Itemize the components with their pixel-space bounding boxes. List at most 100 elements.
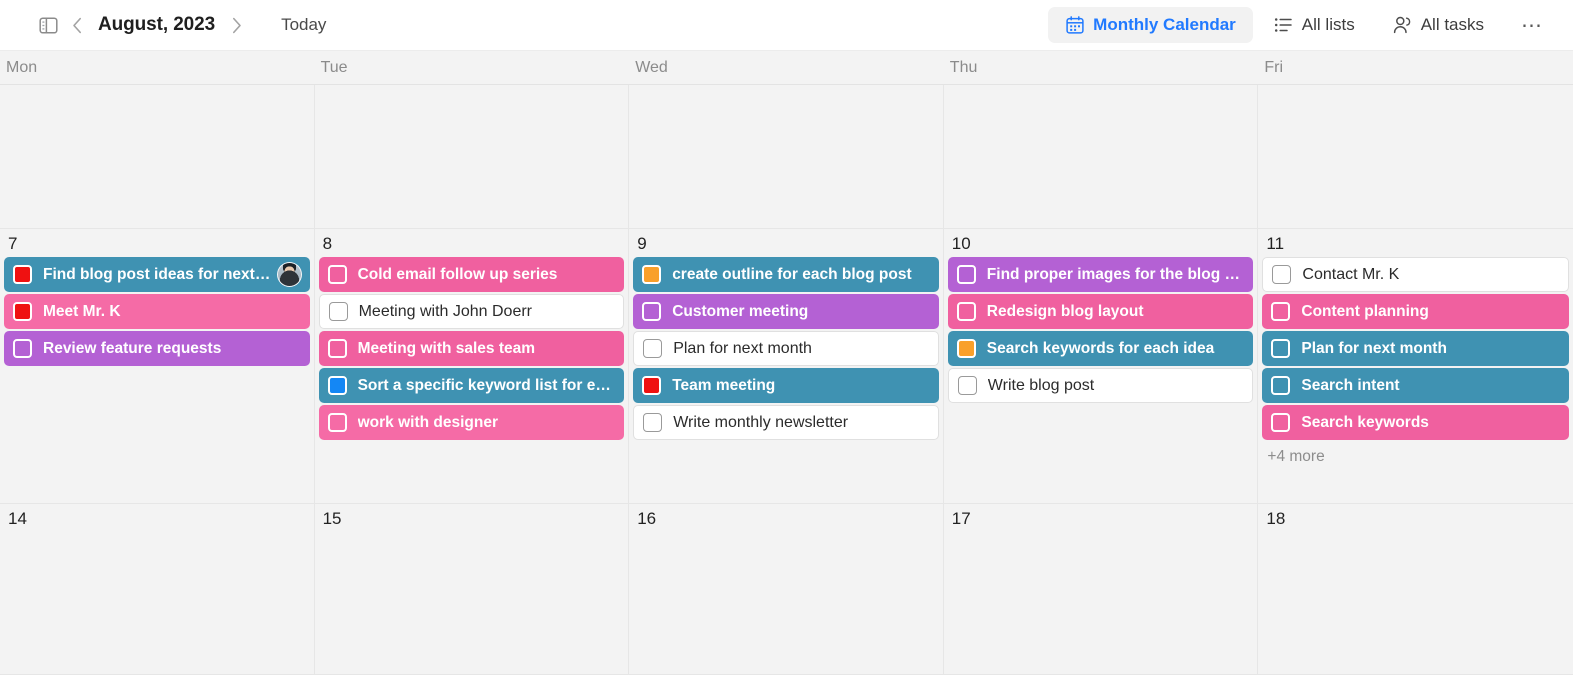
tab-all-lists-label: All lists [1301, 15, 1355, 34]
task-label: Write monthly newsletter [673, 413, 849, 431]
task-checkbox-icon[interactable] [328, 302, 348, 321]
day-cell[interactable]: 9 create outline for each blog post Custom… [629, 229, 944, 504]
task-checkbox-icon[interactable] [13, 265, 32, 284]
task-checkbox-icon[interactable] [13, 339, 32, 358]
task-item[interactable]: Search keywords for each idea [947, 331, 1254, 366]
day-cell[interactable]: 10 Find proper images for the blog p... Re… [943, 229, 1259, 504]
task-checkbox-icon[interactable] [642, 302, 662, 321]
chevron-right-icon[interactable] [221, 10, 251, 40]
task-item[interactable]: Customer meeting [633, 294, 939, 329]
day-cell[interactable] [1258, 85, 1573, 229]
day-cell[interactable] [314, 85, 630, 229]
day-number: 8 [322, 234, 333, 253]
weekday-label-wed: Wed [635, 58, 668, 76]
task-item[interactable]: Find proper images for the blog p... [947, 257, 1254, 292]
sidebar-panel-icon[interactable] [34, 11, 62, 39]
day-cell[interactable]: 14 [0, 504, 315, 675]
task-label: Write blog post [987, 376, 1095, 394]
day-number [948, 87, 1254, 96]
tab-all-lists[interactable]: All lists [1257, 7, 1372, 43]
chevron-left-icon[interactable] [62, 10, 92, 40]
day-cell[interactable] [0, 85, 315, 229]
task-label: Content planning [1301, 302, 1429, 320]
task-checkbox-icon[interactable] [642, 265, 662, 284]
task-list: Contact Mr. K Content planning Plan for ne… [1262, 257, 1569, 440]
task-label: Search keywords for each idea [986, 339, 1215, 357]
day-number [1262, 87, 1569, 96]
task-label: Plan for next month [1301, 339, 1447, 357]
task-checkbox-icon[interactable] [327, 265, 347, 284]
list-icon [1274, 16, 1293, 35]
task-item[interactable]: Meet Mr. K [4, 294, 310, 329]
task-label: Find blog post ideas for next ... [43, 265, 271, 283]
task-checkbox-icon[interactable] [1271, 413, 1291, 432]
tab-monthly-calendar[interactable]: Monthly Calendar [1048, 7, 1253, 43]
today-button[interactable]: Today [273, 11, 334, 39]
task-checkbox-icon[interactable] [1271, 302, 1291, 321]
task-item[interactable]: Contact Mr. K [1262, 257, 1569, 292]
task-item[interactable]: Search intent [1262, 368, 1569, 403]
task-checkbox-icon[interactable] [327, 413, 347, 432]
day-cell[interactable] [943, 85, 1259, 229]
day-cell[interactable]: 18 [1258, 504, 1573, 675]
task-item[interactable]: Search keywords [1262, 405, 1569, 440]
task-item[interactable]: Cold email follow up series [318, 257, 625, 292]
task-label: Find proper images for the blog p... [986, 265, 1246, 283]
task-checkbox-icon[interactable] [957, 376, 977, 395]
tab-monthly-calendar-label: Monthly Calendar [1093, 15, 1236, 34]
task-list: Find blog post ideas for next ... Meet Mr… [4, 257, 310, 366]
task-item[interactable]: Meeting with John Doerr [318, 294, 625, 329]
task-item[interactable]: create outline for each blog post [633, 257, 939, 292]
task-item[interactable]: Team meeting [633, 368, 939, 403]
task-item[interactable]: Sort a specific keyword list for eac... [318, 368, 625, 403]
task-checkbox-icon[interactable] [643, 413, 663, 432]
task-item[interactable]: Content planning [1262, 294, 1569, 329]
task-checkbox-icon[interactable] [1271, 339, 1291, 358]
task-item[interactable]: Write monthly newsletter [633, 405, 939, 440]
day-number: 17 [951, 509, 971, 528]
task-checkbox-icon[interactable] [956, 302, 976, 321]
day-number: 10 [951, 234, 971, 253]
task-item[interactable]: Redesign blog layout [947, 294, 1254, 329]
task-checkbox-icon[interactable] [327, 376, 347, 395]
day-cell[interactable]: 16 [629, 504, 944, 675]
weekday-header-row: Mon Tue Wed Thu Fri [0, 51, 1573, 85]
task-label: Sort a specific keyword list for eac... [357, 376, 617, 394]
day-number: 9 [637, 234, 647, 253]
day-cell[interactable]: 11 Contact Mr. K Content planning Plan for … [1258, 229, 1573, 504]
task-label: Contact Mr. K [1302, 265, 1400, 283]
more-options-icon[interactable]: ⋯ [1513, 8, 1551, 42]
task-item[interactable]: Meeting with sales team [318, 331, 625, 366]
task-checkbox-icon[interactable] [956, 265, 976, 284]
task-checkbox-icon[interactable] [643, 339, 663, 358]
avatar [276, 262, 302, 287]
task-checkbox-icon[interactable] [956, 339, 976, 358]
day-number: 7 [8, 234, 18, 253]
tab-all-tasks[interactable]: All tasks [1376, 7, 1501, 43]
task-item[interactable]: Review feature requests [4, 331, 310, 366]
day-cell[interactable]: 7 Find blog post ideas for next ... Meet M… [0, 229, 315, 504]
task-checkbox-icon[interactable] [1271, 376, 1291, 395]
task-item[interactable]: Write blog post [947, 368, 1254, 403]
day-number: 18 [1266, 509, 1286, 528]
day-cell[interactable]: 8 Cold email follow up series Meeting with… [314, 229, 630, 504]
task-checkbox-icon[interactable] [1272, 265, 1292, 284]
day-number: 15 [322, 509, 342, 528]
day-number [4, 87, 310, 96]
task-item[interactable]: Plan for next month [1262, 331, 1569, 366]
task-checkbox-icon[interactable] [13, 302, 32, 321]
day-number [319, 87, 625, 96]
task-label: Meet Mr. K [43, 302, 121, 320]
task-checkbox-icon[interactable] [642, 376, 662, 395]
task-label: Meeting with John Doerr [358, 302, 533, 320]
task-label: Review feature requests [43, 339, 222, 357]
calendar-icon [1065, 16, 1084, 35]
task-item[interactable]: Find blog post ideas for next ... [4, 257, 310, 292]
day-cell[interactable] [629, 85, 944, 229]
task-checkbox-icon[interactable] [327, 339, 347, 358]
day-cell[interactable]: 17 [943, 504, 1259, 675]
day-cell[interactable]: 15 [314, 504, 630, 675]
more-tasks-link[interactable]: +4 more [1262, 440, 1569, 466]
task-item[interactable]: work with designer [318, 405, 625, 440]
task-item[interactable]: Plan for next month [633, 331, 939, 366]
